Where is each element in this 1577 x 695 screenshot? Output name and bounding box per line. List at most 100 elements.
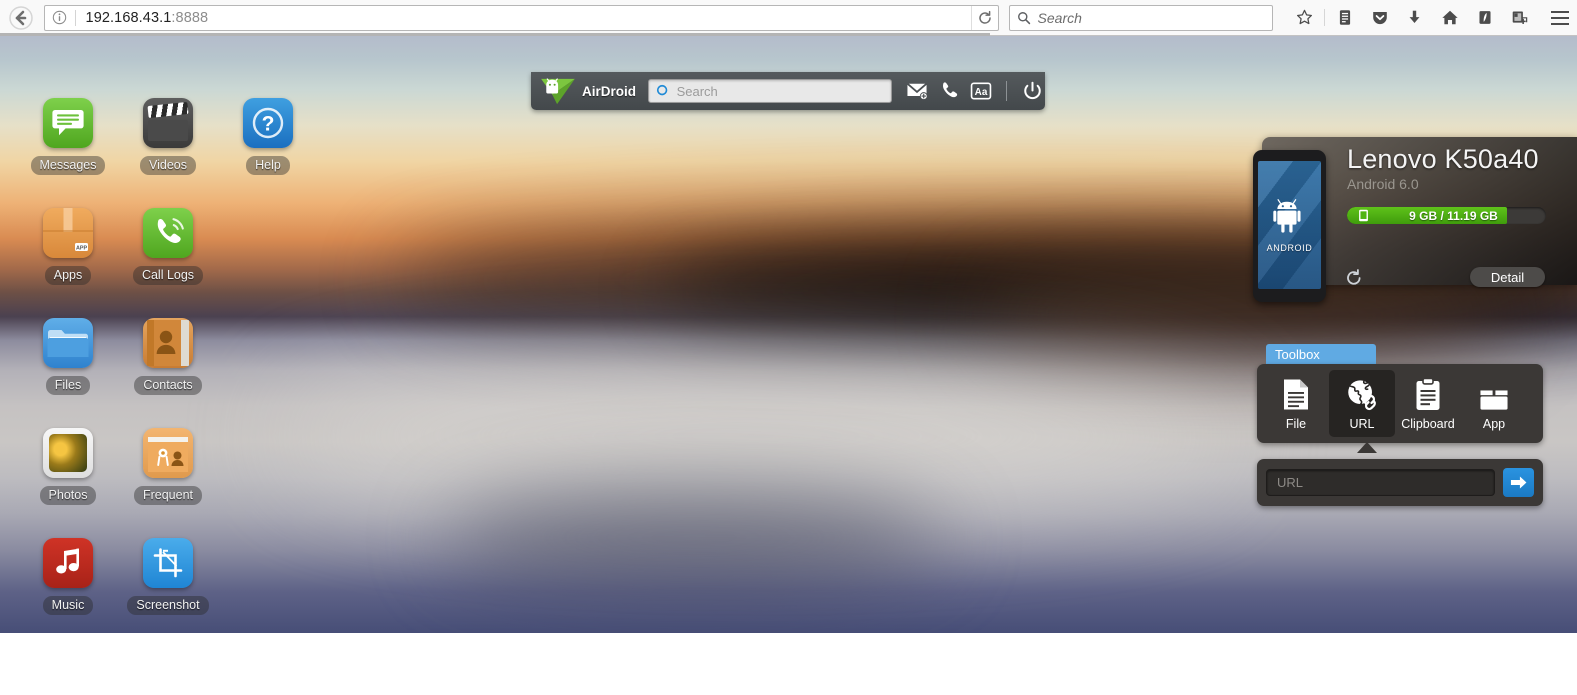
app-tile-photos[interactable]: Photos (18, 428, 118, 538)
toolbox-tab[interactable]: Toolbox (1266, 344, 1376, 364)
arrow-right-icon (1510, 476, 1527, 489)
toolbox-item-url[interactable]: URL (1329, 370, 1395, 437)
reload-icon (978, 10, 991, 24)
device-phone-mockup: ANDROID (1253, 150, 1326, 302)
clipboard-icon (1415, 377, 1441, 411)
device-refresh-button[interactable] (1345, 269, 1363, 287)
site-identity-button[interactable] (45, 10, 75, 25)
envelope-plus-icon (906, 83, 928, 100)
app-tile-videos[interactable]: Videos (118, 98, 218, 208)
file-document-icon (1282, 377, 1310, 411)
wallpaper-blur-shadow (441, 489, 947, 586)
svg-text:Aa: Aa (975, 87, 988, 98)
toolbox-item-label: App (1482, 416, 1506, 431)
airdroid-logo[interactable]: AirDroid (531, 76, 644, 106)
reading-list-icon[interactable] (1327, 3, 1362, 33)
airdroid-search-input[interactable]: Search (647, 79, 892, 103)
globe-link-icon (1346, 377, 1378, 411)
browser-search-placeholder: Search (1037, 9, 1082, 26)
airdroid-desktop: Messages Videos ? Help APP Apps Call Log… (0, 36, 1577, 633)
app-tile-help[interactable]: ? Help (218, 98, 318, 208)
toolbox-item-label: Clipboard (1401, 416, 1455, 431)
url-host: 192.168.43.1 (85, 9, 172, 26)
photos-thumbnail (49, 434, 87, 472)
call-logs-icon (143, 208, 193, 258)
url-input-placeholder: URL (1277, 475, 1304, 490)
toolbar-separator (1324, 9, 1326, 26)
hamburger-menu-icon[interactable] (1543, 3, 1577, 33)
downloads-icon[interactable] (1397, 3, 1432, 33)
app-label: Messages (30, 156, 106, 175)
clapper-top (147, 101, 189, 119)
search-icon (1010, 11, 1038, 25)
photos-icon (43, 428, 93, 478)
device-detail-label: Detail (1490, 269, 1525, 285)
call-button[interactable] (936, 78, 962, 104)
app-grid: Messages Videos ? Help APP Apps Call Log… (18, 98, 318, 633)
airdroid-topbar: AirDroid Search Aa (531, 72, 1045, 110)
screenshot-icon (143, 538, 193, 588)
clapper-body (148, 120, 188, 141)
hamburger-line (1551, 16, 1569, 19)
toolbox-item-clipboard[interactable]: Clipboard (1395, 370, 1461, 437)
pocket-icon[interactable] (1362, 3, 1397, 33)
app-tile-apps[interactable]: APP Apps (18, 208, 118, 318)
home-icon[interactable] (1432, 3, 1467, 33)
airdroid-toolbar-separator (1006, 81, 1007, 101)
help-icon: ? (243, 98, 293, 148)
app-tile-messages[interactable]: Messages (18, 98, 118, 208)
svg-text:?: ? (262, 113, 275, 136)
android-robot-icon (1273, 198, 1301, 233)
app-label: Apps (44, 266, 92, 285)
contacts-icon (143, 318, 193, 368)
app-tile-call-logs[interactable]: Call Logs (118, 208, 218, 318)
reload-button[interactable] (970, 5, 998, 30)
refresh-icon (1347, 269, 1361, 285)
app-label: Videos (140, 156, 196, 175)
toolbox-item-app[interactable]: App (1461, 370, 1527, 437)
app-tile-music[interactable]: Music (18, 538, 118, 633)
airdroid-search-placeholder: Search (676, 83, 718, 99)
app-tile-contacts[interactable]: Contacts (118, 318, 218, 428)
phone-screen: ANDROID (1258, 161, 1321, 289)
app-grid-empty-slot (218, 428, 318, 538)
browser-toolbar-icons (1287, 3, 1537, 33)
browser-search-box[interactable]: Search (1008, 4, 1274, 31)
address-bar[interactable]: 192.168.43.1:8888 (43, 4, 999, 31)
app-tile-screenshot[interactable]: Screenshot (118, 538, 218, 633)
airdroid-actions: Aa (904, 78, 1045, 104)
page-bottom-area (0, 633, 1577, 695)
app-label: Music (42, 596, 94, 615)
font-size-button[interactable]: Aa (968, 78, 994, 104)
wallpaper-blur-brown (977, 274, 1514, 359)
url-port: :8888 (171, 9, 209, 26)
screenshot-extension-icon[interactable] (1502, 3, 1537, 33)
videos-icon (143, 98, 193, 148)
airdroid-logo-icon (541, 78, 575, 105)
airdroid-search-icon (649, 84, 677, 98)
app-tile-files[interactable]: Files (18, 318, 118, 428)
device-detail-button[interactable]: Detail (1470, 267, 1545, 287)
app-label: Screenshot (127, 596, 209, 615)
svg-text:APP: APP (76, 245, 87, 251)
url-input[interactable]: URL (1266, 469, 1495, 496)
files-icon (43, 318, 93, 368)
hamburger-line (1551, 10, 1569, 13)
power-button[interactable] (1019, 78, 1045, 104)
wallpaper-blur-mist (283, 370, 1231, 502)
back-button[interactable] (0, 0, 42, 36)
bookmark-star-icon[interactable] (1287, 3, 1322, 33)
app-tile-frequent[interactable]: Frequent (118, 428, 218, 538)
url-send-button[interactable] (1503, 468, 1534, 497)
app-package-icon (1479, 377, 1509, 411)
app-grid-empty-slot (218, 318, 318, 428)
toolbox-item-label: URL (1349, 416, 1375, 431)
toolbox-item-file[interactable]: File (1263, 370, 1329, 437)
url-text[interactable]: 192.168.43.1:8888 (76, 10, 971, 26)
power-icon (1023, 81, 1041, 99)
device-name: Lenovo K50a40 (1347, 144, 1539, 174)
phone-handset-icon (943, 82, 958, 98)
flash-icon[interactable] (1467, 3, 1502, 33)
app-grid-empty-slot (218, 208, 318, 318)
new-message-button[interactable] (904, 78, 930, 104)
